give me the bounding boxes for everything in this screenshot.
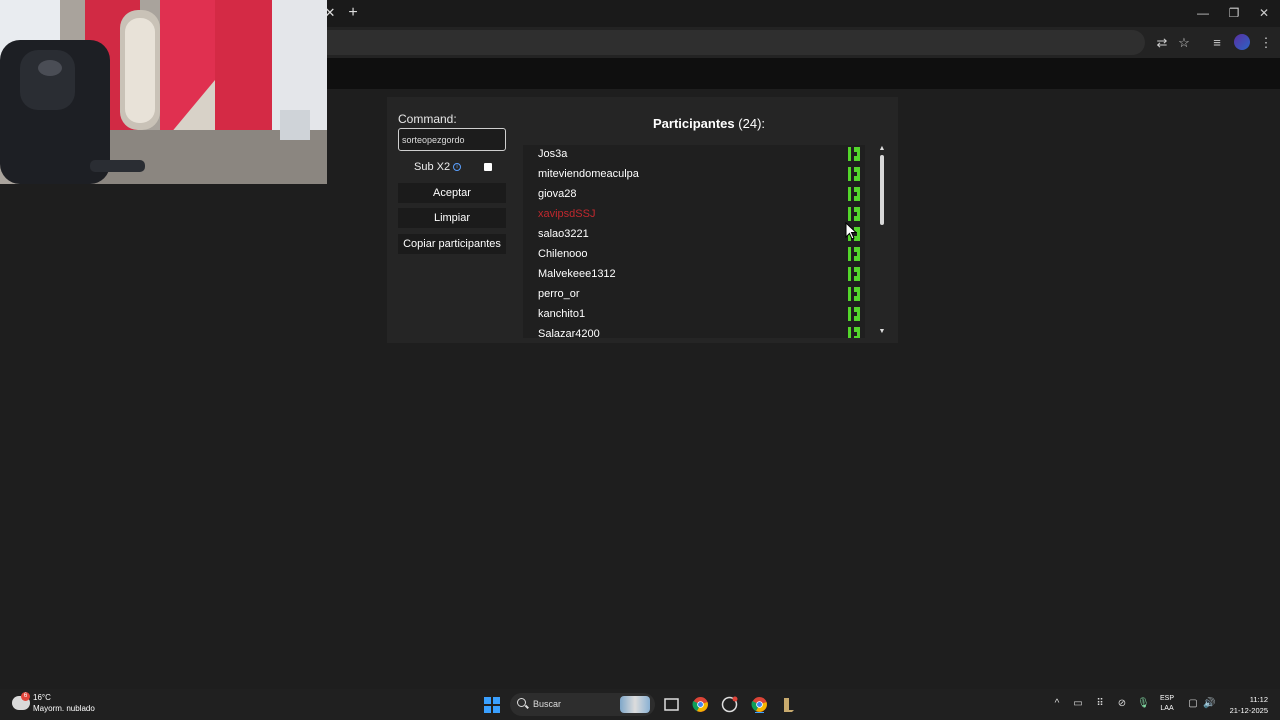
kick-icon[interactable] [848, 207, 860, 221]
kick-icon[interactable] [848, 307, 860, 321]
participant-name: miteviendomeaculpa [538, 168, 639, 180]
windows-taskbar: 6 16°C Mayorm. nublado Buscar ^ ▭ ⠿ ⊘ 🎙 … [0, 689, 1280, 720]
media-control-icon[interactable]: ≡ [1207, 33, 1227, 53]
weather-description[interactable]: Mayorm. nublado [33, 704, 95, 713]
kick-icon[interactable] [848, 327, 860, 338]
league-client-icon[interactable] [780, 696, 797, 713]
network-off-icon[interactable]: ⊘ [1116, 698, 1128, 710]
kick-icon[interactable] [848, 147, 860, 161]
menu-dots-icon[interactable]: ⋮ [1256, 33, 1276, 53]
task-view-icon[interactable] [663, 696, 680, 713]
microphone-icon[interactable]: 🎙 [1137, 698, 1150, 710]
participant-row: Jos3a [523, 145, 865, 165]
taskbar-search-box[interactable]: Buscar [510, 693, 655, 716]
chrome-active-icon[interactable] [751, 696, 768, 713]
participant-row: Malvekeee1312 [523, 265, 865, 285]
language-code: ESP [1160, 695, 1175, 702]
copy-participants-button[interactable]: Copiar participantes [398, 234, 506, 254]
participants-title-label: Participantes [653, 116, 735, 131]
kick-icon[interactable] [848, 267, 860, 281]
participant-row: perro_or [523, 285, 865, 305]
profile-avatar[interactable] [1234, 34, 1250, 50]
accept-button[interactable]: Aceptar [398, 183, 506, 203]
participants-title: Participantes (24): [653, 116, 765, 131]
command-input[interactable] [398, 128, 506, 151]
participant-row: kanchito1 [523, 305, 865, 325]
participant-name: Malvekeee1312 [538, 268, 616, 280]
temperature-text[interactable]: 16°C [33, 693, 51, 702]
participant-name: xavipsdSSJ [538, 208, 596, 220]
participant-name: perro_or [538, 288, 580, 300]
bookmark-star-icon[interactable]: ☆ [1174, 33, 1194, 53]
minimize-button[interactable]: — [1193, 4, 1213, 22]
webcam-feed-image [0, 0, 327, 184]
display-icon[interactable]: ▢ [1187, 698, 1199, 710]
battery-icon[interactable]: ▭ [1072, 698, 1084, 710]
participant-name: Chilenooo [538, 248, 588, 260]
address-bar[interactable] [300, 30, 1145, 55]
participant-name: giova28 [538, 188, 577, 200]
participant-row: Salazar4200 [523, 325, 865, 338]
new-tab-button[interactable]: + [345, 4, 361, 22]
participant-row: xavipsdSSJ [523, 205, 865, 225]
kick-icon[interactable] [848, 247, 860, 261]
participant-row: salao3221 [523, 225, 865, 245]
restore-button[interactable]: ❐ [1224, 4, 1244, 22]
participant-name: salao3221 [538, 228, 589, 240]
clock[interactable]: 11:12 21-12-2025 [1222, 694, 1268, 716]
search-label: Buscar [533, 699, 562, 709]
weather-badge: 6 [21, 692, 30, 701]
participants-count: (24): [738, 116, 766, 131]
volume-icon[interactable]: 🔊 [1203, 698, 1215, 710]
command-label: Command: [398, 112, 457, 126]
kick-icon[interactable] [848, 287, 860, 301]
participant-name: kanchito1 [538, 308, 586, 320]
participant-row: miteviendomeaculpa [523, 165, 865, 185]
participant-row: giova28 [523, 185, 865, 205]
scrollbar-thumb[interactable] [880, 155, 884, 225]
clear-button[interactable]: Limpiar [398, 208, 506, 228]
giveaway-panel: Command: Sub X2 i Aceptar Limpiar Copiar… [387, 97, 898, 343]
scroll-down-arrow-icon[interactable]: ▼ [878, 328, 886, 336]
mouse-cursor-icon [845, 222, 857, 240]
windows-start-icon[interactable] [484, 697, 500, 713]
search-highlight-image [620, 696, 650, 713]
sub-x2-checkbox[interactable] [484, 163, 492, 171]
clock-time: 11:12 [1249, 695, 1268, 704]
show-hidden-icons-chevron-icon[interactable]: ^ [1051, 698, 1063, 710]
clock-date: 21-12-2025 [1229, 706, 1268, 715]
kick-icon[interactable] [848, 187, 860, 201]
info-icon[interactable]: i [453, 163, 461, 171]
participant-name: Salazar4200 [538, 328, 600, 338]
scroll-up-arrow-icon[interactable]: ▲ [878, 145, 886, 153]
participants-list[interactable]: Jos3a miteviendomeaculpa giova28 xavipsdSSJ… [523, 145, 865, 338]
webcam-overlay [0, 0, 327, 184]
participant-row: Chilenooo [523, 245, 865, 265]
kick-icon[interactable] [848, 167, 860, 181]
sub-x2-label: Sub X2 [414, 161, 451, 173]
obs-icon[interactable] [721, 696, 738, 713]
chrome-icon[interactable] [692, 696, 709, 713]
search-icon [517, 698, 526, 707]
participant-name: Jos3a [538, 148, 568, 160]
keyboard-layout: LAA [1160, 705, 1174, 712]
close-window-button[interactable]: ✕ [1254, 4, 1274, 22]
apps-grid-icon[interactable]: ⠿ [1094, 698, 1106, 710]
translate-icon[interactable]: ⇄ [1152, 33, 1172, 53]
language-indicator[interactable]: ESP LAA [1160, 694, 1174, 714]
